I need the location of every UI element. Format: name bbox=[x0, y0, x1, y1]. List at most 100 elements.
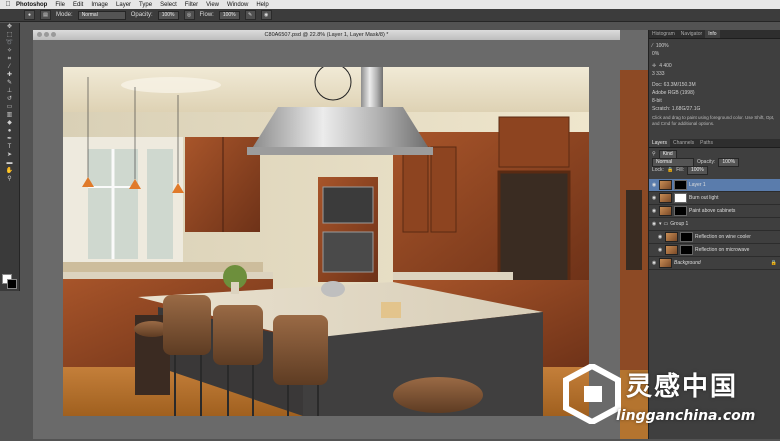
zoom-window-icon[interactable] bbox=[51, 32, 56, 37]
lasso-tool-icon[interactable]: ➰ bbox=[1, 39, 18, 47]
mode-select[interactable]: Normal bbox=[77, 10, 126, 20]
layer-name[interactable]: Burn out light bbox=[689, 195, 718, 201]
menu-layer[interactable]: Layer bbox=[116, 2, 131, 8]
background-color-swatch[interactable] bbox=[7, 279, 17, 289]
lock-icon: 🔒 bbox=[770, 260, 777, 266]
tab-channels[interactable]: Channels bbox=[670, 139, 697, 147]
pen-tool-icon[interactable]: ✒ bbox=[1, 135, 18, 143]
dodge-tool-icon[interactable]: ● bbox=[1, 127, 18, 135]
marquee-tool-icon[interactable]: ⬚ bbox=[1, 31, 18, 39]
layer-mask-thumbnail[interactable] bbox=[674, 206, 687, 216]
visibility-eye-icon[interactable]: ◉ bbox=[657, 247, 663, 253]
pressure-size-icon[interactable]: ◉ bbox=[260, 10, 272, 20]
visibility-eye-icon[interactable]: ◉ bbox=[651, 182, 657, 188]
menu-type[interactable]: Type bbox=[139, 2, 152, 8]
layer-mask-thumbnail[interactable] bbox=[680, 232, 693, 242]
crosshair-icon: ✛ bbox=[652, 63, 657, 69]
layer-row[interactable]: ◉ Paint above cabinets bbox=[649, 205, 780, 218]
filter-icon: ⚲ bbox=[652, 151, 656, 157]
menu-select[interactable]: Select bbox=[160, 2, 177, 8]
move-tool-icon[interactable]: ✥ bbox=[1, 23, 18, 31]
airbrush-icon[interactable]: ✎ bbox=[244, 10, 256, 20]
crop-tool-icon[interactable]: ⌗ bbox=[1, 55, 18, 63]
tab-layers[interactable]: Layers bbox=[649, 139, 671, 147]
shape-tool-icon[interactable]: ▬ bbox=[1, 159, 18, 167]
fill-field[interactable]: 100% bbox=[686, 165, 708, 175]
visibility-eye-icon[interactable]: ◉ bbox=[657, 234, 663, 240]
visibility-eye-icon[interactable]: ◉ bbox=[651, 195, 657, 201]
info-panel-tabs: Histogram Navigator Info bbox=[649, 30, 780, 39]
layer-row[interactable]: ◉ Burn out light bbox=[649, 192, 780, 205]
doc-size-info: Doc: 63.3M/150.3M bbox=[652, 82, 696, 88]
info-value: 3 333 bbox=[652, 71, 665, 77]
document-title-bar[interactable]: C80A6507.psd @ 22.8% (Layer 1, Layer Mas… bbox=[33, 30, 620, 40]
layer-opacity-field[interactable]: 100% bbox=[718, 157, 740, 167]
brush-preset-icon[interactable]: ● bbox=[24, 10, 35, 20]
layer-thumbnail bbox=[665, 245, 678, 255]
color-swatches[interactable] bbox=[1, 273, 17, 291]
hand-tool-icon[interactable]: ✋ bbox=[1, 167, 18, 175]
watermark-logo bbox=[563, 364, 621, 424]
brush-panel-icon[interactable]: ▤ bbox=[40, 10, 51, 20]
layer-mask-thumbnail[interactable] bbox=[674, 180, 687, 190]
layer-name[interactable]: Reflection on wine cooler bbox=[695, 234, 751, 240]
blur-tool-icon[interactable]: ◆ bbox=[1, 119, 18, 127]
layer-mask-thumbnail[interactable] bbox=[674, 193, 687, 203]
clone-stamp-tool-icon[interactable]: ⊥ bbox=[1, 87, 18, 95]
expand-arrow-icon[interactable]: ▾ bbox=[659, 221, 662, 227]
layer-row[interactable]: ◉ Layer 1 bbox=[649, 179, 780, 192]
menu-help[interactable]: Help bbox=[256, 2, 268, 8]
eyedropper-icon: ⁄ bbox=[652, 43, 653, 49]
eraser-tool-icon[interactable]: ▭ bbox=[1, 103, 18, 111]
layer-row[interactable]: ◉ Background 🔒 bbox=[649, 257, 780, 270]
apple-icon[interactable]:  bbox=[0, 1, 16, 8]
gradient-tool-icon[interactable]: ▥ bbox=[1, 111, 18, 119]
menu-filter[interactable]: Filter bbox=[185, 2, 198, 8]
layers-panel: ⚲ Kind Normal Opacity: 100% Lock: 🔒 Fill… bbox=[649, 148, 780, 177]
menu-image[interactable]: Image bbox=[91, 2, 108, 8]
tab-paths[interactable]: Paths bbox=[697, 139, 716, 147]
tab-histogram[interactable]: Histogram bbox=[649, 30, 678, 38]
brush-tool-icon[interactable]: ✎ bbox=[1, 79, 18, 87]
info-value: 100% bbox=[655, 43, 669, 49]
quick-select-tool-icon[interactable]: ✧ bbox=[1, 47, 18, 55]
layer-name[interactable]: Group 1 bbox=[670, 221, 688, 227]
menu-view[interactable]: View bbox=[206, 2, 219, 8]
watermark-chinese-text: 灵感中国 bbox=[626, 372, 739, 402]
bit-depth-info: 8-bit bbox=[652, 98, 662, 104]
healing-tool-icon[interactable]: ✚ bbox=[1, 71, 18, 79]
scratch-info: Scratch: 1.68G/27.1G bbox=[652, 106, 701, 112]
tab-navigator[interactable]: Navigator bbox=[678, 30, 705, 38]
menu-file[interactable]: File bbox=[55, 2, 65, 8]
info-panel: ⁄ 100% 0% ✛ 4 400 3 333 Doc: 63.3M/150.3M … bbox=[649, 39, 780, 133]
layer-name[interactable]: Background bbox=[674, 260, 701, 266]
path-select-tool-icon[interactable]: ➤ bbox=[1, 151, 18, 159]
layer-mask-thumbnail[interactable] bbox=[680, 245, 693, 255]
layer-thumbnail bbox=[659, 193, 672, 203]
menu-window[interactable]: Window bbox=[227, 2, 248, 8]
opacity-field[interactable]: 100% bbox=[157, 10, 179, 20]
history-brush-tool-icon[interactable]: ↺ bbox=[1, 95, 18, 103]
menu-edit[interactable]: Edit bbox=[73, 2, 83, 8]
layer-name[interactable]: Layer 1 bbox=[689, 182, 706, 188]
minimize-window-icon[interactable] bbox=[44, 32, 49, 37]
layer-name[interactable]: Reflection on microwave bbox=[695, 247, 749, 253]
type-tool-icon[interactable]: T bbox=[1, 143, 18, 151]
image-canvas[interactable] bbox=[63, 67, 589, 416]
eyedropper-tool-icon[interactable]: ⁄ bbox=[1, 63, 18, 71]
layer-row[interactable]: ◉ Reflection on microwave bbox=[649, 244, 780, 257]
tab-info[interactable]: Info bbox=[705, 30, 720, 38]
visibility-eye-icon[interactable]: ◉ bbox=[651, 260, 657, 266]
visibility-eye-icon[interactable]: ◉ bbox=[651, 208, 657, 214]
layer-group-row[interactable]: ◉ ▾ ▭ Group 1 bbox=[649, 218, 780, 231]
visibility-eye-icon[interactable]: ◉ bbox=[651, 221, 657, 227]
pressure-opacity-icon[interactable]: ◎ bbox=[183, 10, 195, 20]
zoom-tool-icon[interactable]: ⚲ bbox=[1, 175, 18, 183]
watermark-url: lingganchina.com bbox=[616, 408, 756, 424]
layer-name[interactable]: Paint above cabinets bbox=[689, 208, 735, 214]
layer-row[interactable]: ◉ Reflection on wine cooler bbox=[649, 231, 780, 244]
app-menu[interactable]: Photoshop bbox=[16, 2, 47, 8]
lock-icon[interactable]: 🔒 bbox=[667, 167, 673, 173]
flow-field[interactable]: 100% bbox=[218, 10, 240, 20]
close-window-icon[interactable] bbox=[37, 32, 42, 37]
